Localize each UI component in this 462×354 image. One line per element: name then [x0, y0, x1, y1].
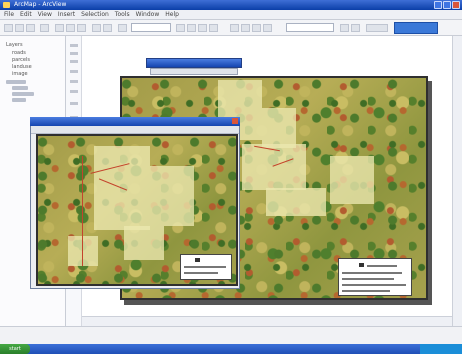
catalog-icon[interactable] — [187, 24, 196, 32]
toolbar — [0, 20, 462, 36]
panel-marker — [70, 60, 78, 63]
menu-insert[interactable]: Insert — [58, 10, 75, 19]
vertical-scrollbar[interactable] — [452, 36, 462, 326]
active-tool-button[interactable] — [394, 22, 438, 34]
toolbox-icon[interactable] — [198, 24, 207, 32]
panel-marker — [70, 44, 78, 47]
toc-item[interactable]: parcels — [12, 57, 30, 63]
undo-icon[interactable] — [92, 24, 101, 32]
menu-window[interactable]: Window — [136, 10, 160, 19]
map-road — [82, 156, 83, 266]
legend-line — [342, 284, 406, 286]
toc-item[interactable]: image — [12, 71, 28, 77]
georef-button[interactable] — [366, 24, 388, 32]
app-icon — [3, 2, 10, 8]
print-icon[interactable] — [40, 24, 49, 32]
map-legend — [180, 254, 232, 280]
toc-item[interactable] — [12, 92, 34, 96]
legend-line — [342, 278, 394, 280]
start-button[interactable]: start — [0, 344, 30, 354]
save-icon[interactable] — [26, 24, 35, 32]
map-legend — [338, 258, 412, 296]
copy-icon[interactable] — [66, 24, 75, 32]
legend-line — [184, 272, 218, 274]
maximize-icon[interactable] — [443, 1, 451, 9]
panel-marker — [70, 102, 78, 105]
identify-icon[interactable] — [340, 24, 349, 32]
pan-icon[interactable] — [252, 24, 261, 32]
toc-item[interactable]: landuse — [12, 64, 32, 70]
minimize-icon[interactable] — [434, 1, 442, 9]
menu-selection[interactable]: Selection — [81, 10, 109, 19]
toc-item[interactable]: Layers — [6, 42, 23, 48]
scale-select[interactable] — [131, 23, 171, 32]
open-icon[interactable] — [15, 24, 24, 32]
legend-line — [342, 272, 402, 274]
panel-marker — [70, 52, 78, 55]
panel-marker — [70, 90, 78, 93]
window-controls — [434, 1, 460, 9]
menu-file[interactable]: File — [4, 10, 14, 19]
menu-bar: File Edit View Insert Selection Tools Wi… — [0, 10, 462, 20]
zoom-out-icon[interactable] — [241, 24, 250, 32]
panel-marker — [70, 70, 78, 73]
new-icon[interactable] — [4, 24, 13, 32]
panel-marker — [70, 80, 78, 83]
status-bar — [0, 326, 462, 344]
help-icon[interactable] — [209, 24, 218, 32]
legend-line — [342, 290, 390, 292]
map-frame-small[interactable] — [36, 134, 238, 286]
menu-view[interactable]: View — [38, 10, 52, 19]
zoom-in-icon[interactable] — [230, 24, 239, 32]
add-data-icon[interactable] — [118, 24, 127, 32]
map-clearing — [242, 144, 306, 190]
horizontal-scrollbar[interactable] — [82, 316, 452, 326]
taskbar — [0, 344, 462, 354]
legend-line — [184, 266, 226, 268]
paste-icon[interactable] — [77, 24, 86, 32]
legend-line — [367, 265, 397, 267]
legend-swatch — [195, 258, 200, 262]
toc-item[interactable] — [12, 98, 26, 102]
menu-help[interactable]: Help — [165, 10, 179, 19]
layer-select[interactable] — [286, 23, 334, 32]
floating-window-title[interactable] — [146, 58, 242, 68]
app-title: ArcMap - ArcView — [14, 1, 67, 8]
toc-item[interactable] — [12, 86, 28, 90]
map-clearing — [68, 236, 98, 266]
inset-window-toolbar — [31, 126, 239, 134]
toc-item[interactable] — [6, 80, 26, 84]
cut-icon[interactable] — [55, 24, 64, 32]
system-tray — [420, 344, 462, 354]
map-clearing — [262, 108, 296, 148]
map-clearing — [124, 226, 164, 260]
map-clearing — [150, 166, 194, 226]
menu-edit[interactable]: Edit — [20, 10, 32, 19]
redo-icon[interactable] — [103, 24, 112, 32]
legend-swatch — [359, 263, 364, 267]
editor-icon[interactable] — [176, 24, 185, 32]
map-clearing — [266, 188, 326, 216]
select-icon[interactable] — [351, 24, 360, 32]
toc-item[interactable]: roads — [12, 50, 26, 56]
map-clearing — [330, 156, 374, 204]
full-extent-icon[interactable] — [263, 24, 272, 32]
menu-tools[interactable]: Tools — [115, 10, 130, 19]
inset-window-title[interactable] — [30, 117, 240, 126]
app-title-bar: ArcMap - ArcView — [0, 0, 462, 10]
close-icon[interactable] — [452, 1, 460, 9]
floating-window-toolbar[interactable] — [150, 68, 238, 75]
close-icon[interactable] — [232, 118, 238, 124]
